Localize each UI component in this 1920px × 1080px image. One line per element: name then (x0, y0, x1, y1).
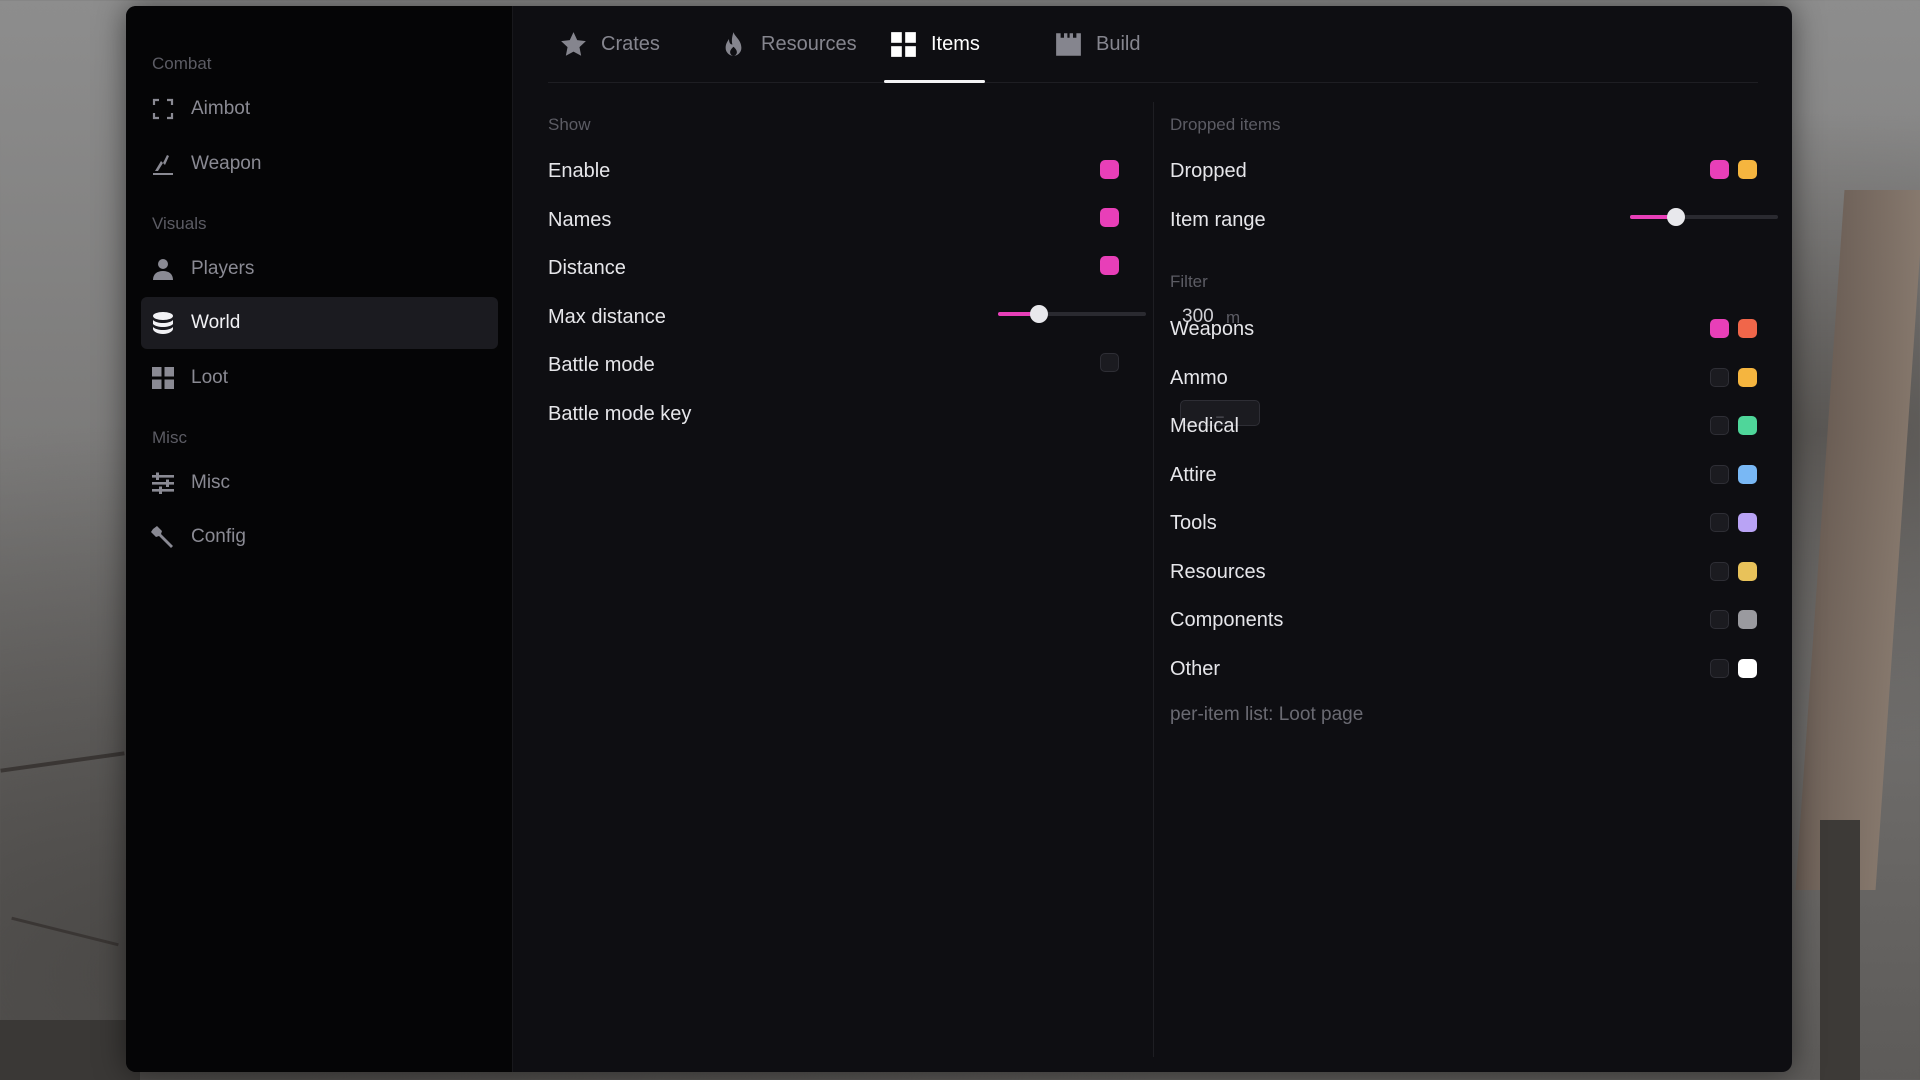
sidebar-item-loot[interactable]: Loot (141, 352, 498, 404)
names-label: Names (548, 209, 612, 231)
filter-color-swatch-components[interactable] (1738, 610, 1757, 629)
filter-color-swatch-ammo[interactable] (1738, 368, 1757, 387)
background-wire (11, 916, 119, 947)
filter-toggle-tools[interactable] (1710, 513, 1729, 532)
background-wire (0, 751, 125, 773)
background-post (1820, 820, 1860, 1080)
filter-label-other: Other (1170, 658, 1221, 680)
main-panel: Crates Resources Items Build Show Enable… (513, 6, 1792, 1072)
battle-mode-key-label: Battle mode key (548, 403, 692, 425)
globe-icon (150, 310, 176, 336)
sidebar-item-label: World (191, 312, 241, 333)
filter-toggle-attire[interactable] (1710, 465, 1729, 484)
flame-icon (719, 30, 747, 58)
column-divider (1153, 102, 1154, 1057)
sidebar-section-visuals: Visuals (152, 214, 207, 233)
star-icon (559, 30, 587, 58)
sidebar-item-label: Misc (191, 472, 231, 493)
filter-label-attire: Attire (1170, 464, 1217, 486)
filter-color-swatch-tools[interactable] (1738, 513, 1757, 532)
sidebar-section-combat: Combat (152, 54, 212, 73)
castle-icon (1054, 30, 1082, 58)
sidebar-item-label: Aimbot (191, 98, 251, 119)
sidebar-item-label: Players (191, 258, 255, 279)
sidebar-item-players[interactable]: Players (141, 243, 498, 295)
tab-resources[interactable]: Resources (719, 6, 857, 82)
tab-bar: Crates Resources Items Build (548, 6, 1758, 83)
filter-toggle-resources[interactable] (1710, 562, 1729, 581)
filter-label-ammo: Ammo (1170, 367, 1228, 389)
grid-icon (889, 30, 917, 58)
sidebar-item-world[interactable]: World (141, 297, 498, 349)
filter-toggle-components[interactable] (1710, 610, 1729, 629)
filter-color-swatch-other[interactable] (1738, 659, 1757, 678)
item-range-slider[interactable] (1630, 208, 1778, 226)
background-structure (1795, 190, 1920, 890)
sidebar-section-misc: Misc (152, 428, 187, 447)
tab-label: Build (1096, 32, 1141, 55)
tab-label: Resources (761, 32, 857, 55)
loot-page-hint: per-item list: Loot page (1170, 704, 1364, 725)
grid-icon (150, 365, 176, 391)
filter-label-resources: Resources (1170, 561, 1266, 583)
sidebar-item-aimbot[interactable]: Aimbot (141, 83, 498, 135)
battle-mode-label: Battle mode (548, 354, 655, 376)
filter-color-swatch-resources[interactable] (1738, 562, 1757, 581)
section-title-show: Show (548, 115, 591, 134)
sidebar: Combat Aimbot Weapon Visuals Players Wor… (126, 6, 513, 1072)
max-distance-slider[interactable] (998, 305, 1146, 323)
tab-label: Items (931, 32, 980, 55)
slider-handle[interactable] (1666, 208, 1685, 226)
battle-mode-toggle[interactable] (1100, 353, 1119, 372)
filter-color-swatch-medical[interactable] (1738, 416, 1757, 435)
crosshair-frame-icon (150, 96, 176, 122)
sidebar-item-misc[interactable]: Misc (141, 457, 498, 509)
sidebar-item-label: Config (191, 526, 246, 547)
tab-label: Crates (601, 32, 660, 55)
tab-items[interactable]: Items (884, 6, 985, 83)
section-title-filter: Filter (1170, 272, 1208, 291)
distance-label: Distance (548, 257, 626, 279)
filter-label-components: Components (1170, 609, 1284, 631)
user-icon (150, 256, 176, 282)
sidebar-item-label: Loot (191, 367, 228, 388)
filter-label-weapons: Weapons (1170, 318, 1255, 340)
enable-toggle[interactable] (1100, 160, 1119, 179)
wrench-icon (150, 524, 176, 550)
filter-color-swatch-weapons[interactable] (1738, 319, 1757, 338)
dropped-toggle[interactable] (1710, 160, 1729, 179)
settings-window: Combat Aimbot Weapon Visuals Players Wor… (126, 6, 1792, 1072)
filter-color-swatch-attire[interactable] (1738, 465, 1757, 484)
filter-toggle-medical[interactable] (1710, 416, 1729, 435)
dropped-label: Dropped (1170, 160, 1247, 182)
enable-label: Enable (548, 160, 611, 182)
item-range-label: Item range (1170, 209, 1266, 231)
filter-toggle-ammo[interactable] (1710, 368, 1729, 387)
sidebar-item-config[interactable]: Config (141, 511, 498, 563)
sidebar-item-weapon[interactable]: Weapon (141, 138, 498, 190)
max-distance-label: Max distance (548, 306, 666, 328)
tab-crates[interactable]: Crates (559, 6, 660, 82)
slider-handle[interactable] (1030, 305, 1049, 323)
dropped-color-swatch[interactable] (1738, 160, 1757, 179)
section-title-dropped-items: Dropped items (1170, 115, 1281, 134)
sliders-icon (150, 470, 176, 496)
sidebar-item-label: Weapon (191, 153, 262, 174)
filter-label-tools: Tools (1170, 512, 1217, 534)
filter-toggle-other[interactable] (1710, 659, 1729, 678)
names-toggle[interactable] (1100, 208, 1119, 227)
filter-label-medical: Medical (1170, 415, 1239, 437)
tab-build[interactable]: Build (1054, 6, 1140, 82)
background-ground (0, 1020, 140, 1080)
distance-toggle[interactable] (1100, 256, 1119, 275)
filter-toggle-weapons[interactable] (1710, 319, 1729, 338)
weapon-icon (150, 151, 176, 177)
